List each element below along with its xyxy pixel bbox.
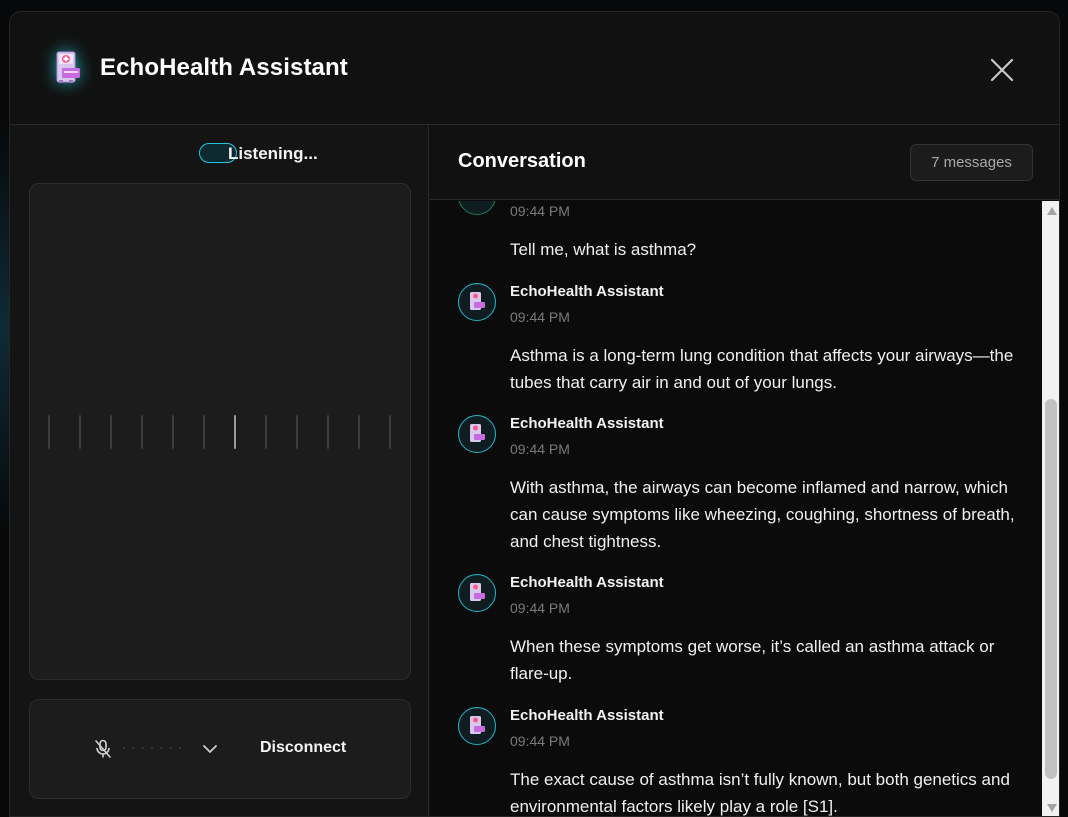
mute-toggle-button[interactable] [94, 739, 112, 759]
message-time: 09:44 PM [510, 309, 570, 325]
message-time: 09:44 PM [510, 600, 570, 616]
visualizer-bar-active [234, 415, 236, 449]
chevron-down-icon [203, 745, 217, 753]
user-avatar [458, 201, 496, 215]
conversation-header: Conversation 7 messages [430, 125, 1059, 200]
close-button[interactable] [986, 54, 1018, 86]
modal-header: EchoHealth Assistant [10, 12, 1059, 125]
message-sender: EchoHealth Assistant [510, 707, 664, 724]
hospital-kiosk-icon [470, 292, 485, 310]
visualizer-bar [203, 415, 205, 449]
message-list[interactable]: 09:44 PM Tell me, what is asthma? EchoHe… [430, 201, 1059, 816]
message-text: The exact cause of asthma isn’t fully kn… [510, 770, 1010, 816]
scroll-up-arrow-icon[interactable] [1047, 207, 1057, 215]
assistant-modal: EchoHealth Assistant Listening... · · · … [9, 11, 1060, 817]
visualizer-bar [358, 415, 360, 449]
message-time: 09:44 PM [510, 733, 570, 749]
message-time: 09:44 PM [510, 441, 570, 457]
hospital-kiosk-icon [470, 424, 485, 442]
visualizer-bar [110, 415, 112, 449]
hospital-kiosk-icon [52, 50, 84, 86]
audio-visualizer [29, 183, 411, 680]
voice-panel: Listening... · · · · · · · Disconnect [10, 125, 429, 816]
close-icon [990, 58, 1014, 82]
hospital-kiosk-icon [470, 583, 485, 601]
message-sender: EchoHealth Assistant [510, 415, 664, 432]
message-text: Asthma is a long-term lung condition tha… [510, 346, 1014, 392]
message-text: When these symptoms get worse, it’s call… [510, 637, 995, 683]
assistant-avatar [458, 574, 496, 612]
visualizer-bar [389, 415, 391, 449]
message-scrollbar[interactable] [1042, 201, 1059, 816]
message-sender: EchoHealth Assistant [510, 283, 664, 300]
visualizer-bar [141, 415, 143, 449]
visualizer-bar [296, 415, 298, 449]
mic-level-indicator: · · · · · · · [122, 740, 183, 754]
visualizer-bar [48, 415, 50, 449]
hospital-kiosk-icon [470, 716, 485, 734]
assistant-avatar [458, 283, 496, 321]
visualizer-bar [172, 415, 174, 449]
app-title: EchoHealth Assistant [100, 54, 348, 81]
message-time: 09:44 PM [510, 203, 570, 219]
mic-off-icon [95, 739, 111, 758]
conversation-panel: Conversation 7 messages 09:44 PM Tell me… [430, 125, 1059, 816]
visualizer-bar [327, 415, 329, 449]
scroll-down-arrow-icon[interactable] [1047, 804, 1057, 812]
visualizer-bar [79, 415, 81, 449]
message-count-badge: 7 messages [910, 144, 1033, 181]
message-text: Tell me, what is asthma? [510, 240, 697, 259]
voice-controls: · · · · · · · Disconnect [29, 699, 411, 799]
device-select-button[interactable] [202, 742, 218, 754]
assistant-avatar [458, 707, 496, 745]
visualizer-bar [265, 415, 267, 449]
conversation-title: Conversation [458, 150, 586, 172]
message-text: With asthma, the airways can become infl… [510, 478, 1015, 551]
disconnect-button[interactable]: Disconnect [260, 739, 346, 757]
assistant-avatar [458, 415, 496, 453]
message-sender: EchoHealth Assistant [510, 574, 664, 591]
scroll-thumb[interactable] [1045, 399, 1057, 779]
listening-status: Listening... [228, 144, 318, 163]
